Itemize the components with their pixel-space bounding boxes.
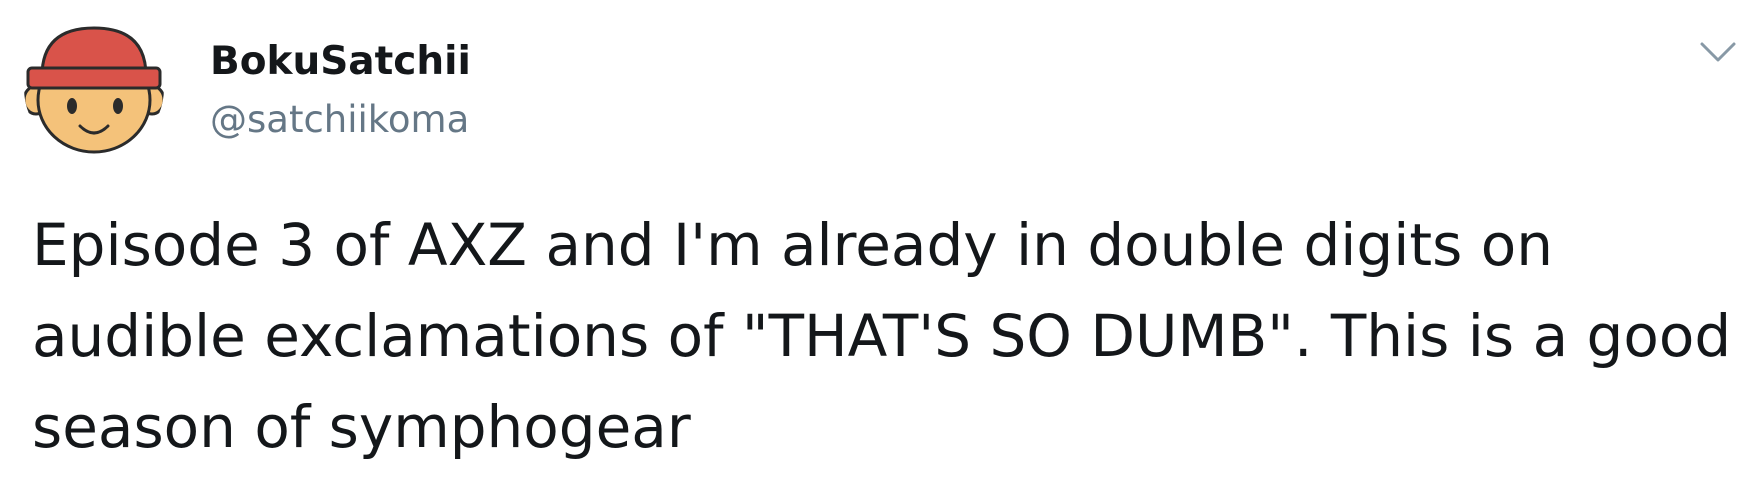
author-handle[interactable]: @satchiikoma xyxy=(210,96,469,144)
cartoon-face-avatar-icon xyxy=(24,18,164,158)
author-display-name[interactable]: BokuSatchii xyxy=(210,38,471,86)
tweet-menu-button[interactable] xyxy=(1696,36,1740,66)
tweet-text: Episode 3 of AXZ and I'm already in doub… xyxy=(32,211,1732,461)
author-avatar[interactable] xyxy=(24,18,164,158)
chevron-down-icon xyxy=(1700,42,1736,62)
tweet-card: BokuSatchii @satchiikoma Episode 3 of AX… xyxy=(0,0,1760,502)
